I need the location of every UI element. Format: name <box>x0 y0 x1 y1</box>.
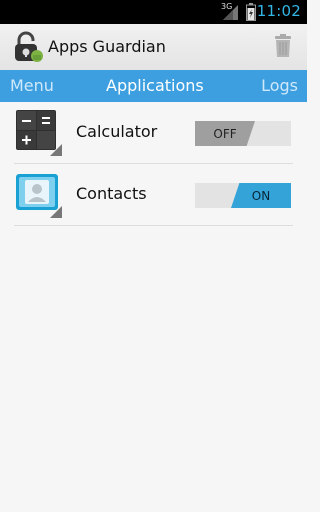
row-divider <box>14 225 293 226</box>
battery-icon <box>246 3 256 21</box>
toggle-label: OFF <box>195 121 255 146</box>
status-bar: 3G 11:02 <box>0 0 307 24</box>
app-list: Calculator OFF Contacts ON <box>0 102 307 226</box>
app-title: Apps Guardian <box>48 37 166 56</box>
clock: 11:02 <box>256 2 301 20</box>
contacts-icon <box>16 174 62 218</box>
app-name: Calculator <box>76 122 158 141</box>
calculator-toggle[interactable]: OFF <box>195 121 291 146</box>
calculator-icon <box>16 110 62 156</box>
tab-applications[interactable]: Applications <box>106 76 204 95</box>
app-row-contacts[interactable]: Contacts ON <box>0 164 307 226</box>
app-header: Apps Guardian <box>0 24 307 70</box>
tab-logs[interactable]: Logs <box>261 76 298 95</box>
lock-android-icon <box>15 31 43 62</box>
toggle-label: ON <box>231 183 291 208</box>
tab-menu[interactable]: Menu <box>10 76 54 95</box>
trash-icon[interactable] <box>274 34 292 58</box>
app-name: Contacts <box>76 184 147 203</box>
app-row-calculator[interactable]: Calculator OFF <box>0 102 307 164</box>
signal-icon <box>223 5 238 20</box>
contacts-toggle[interactable]: ON <box>195 183 291 208</box>
tab-bar: Menu Applications Logs <box>0 70 307 102</box>
